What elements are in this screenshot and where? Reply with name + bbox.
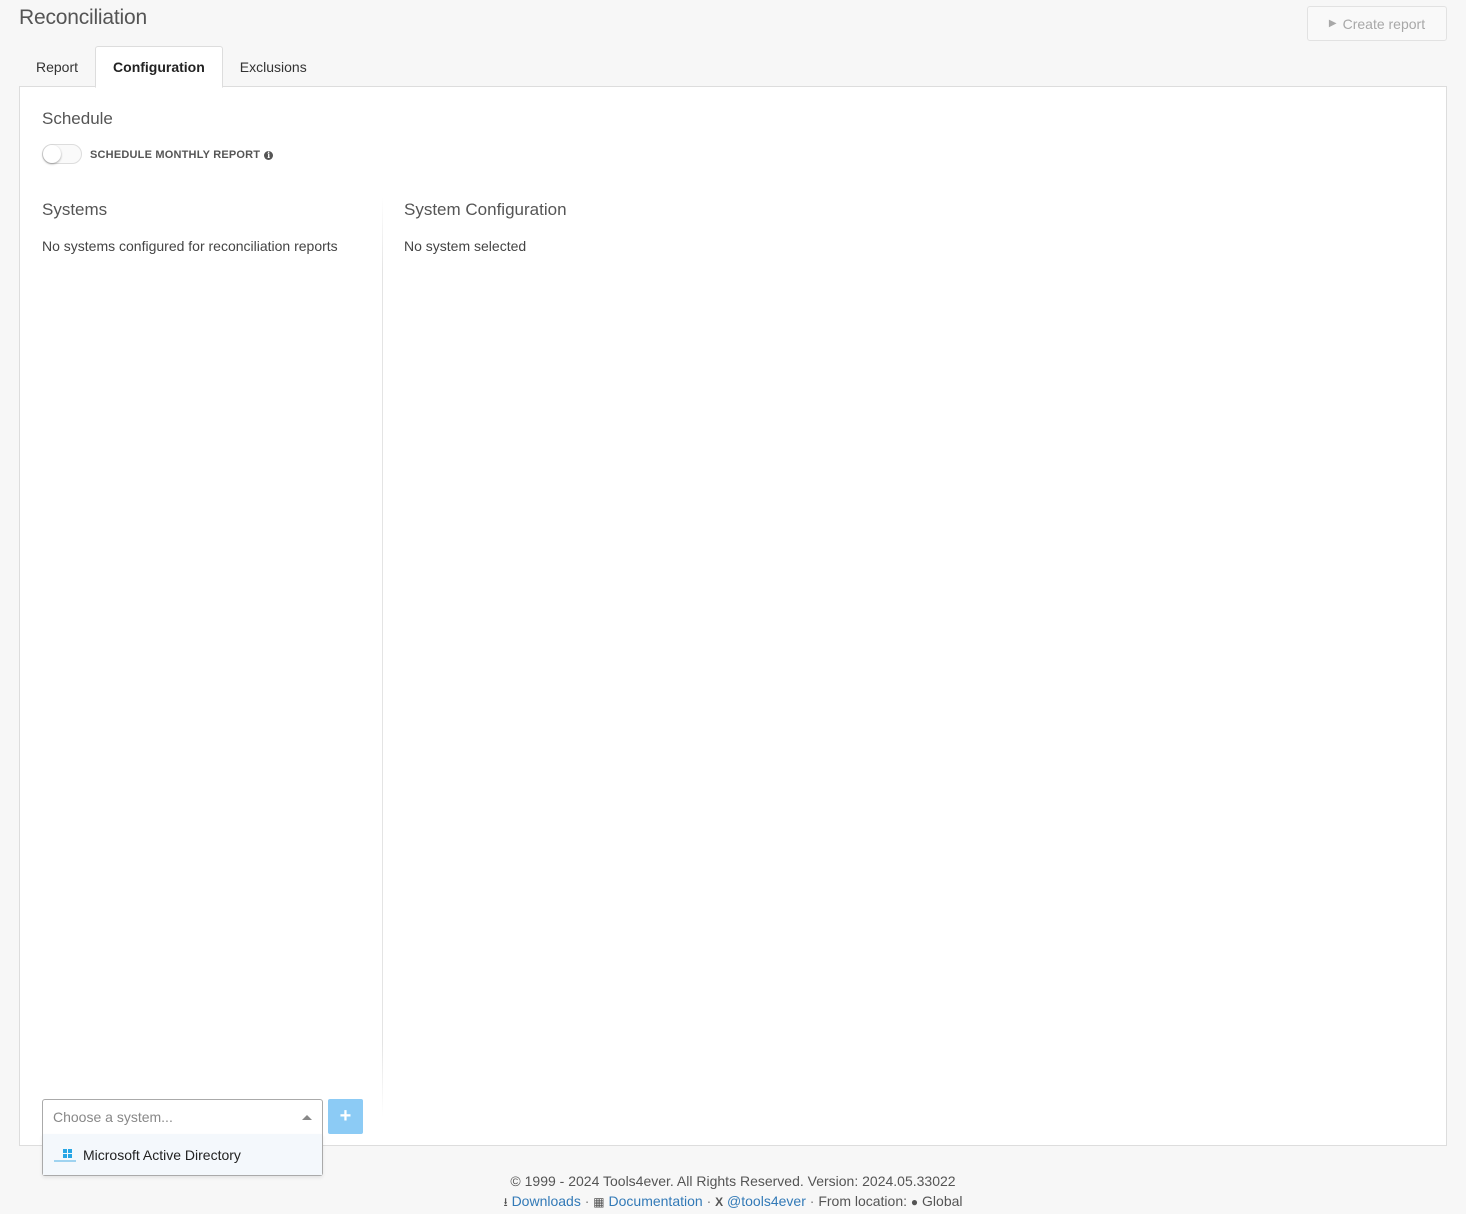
systems-empty-text: No systems configured for reconciliation… [42,238,338,254]
location-value: Global [922,1193,963,1209]
choose-system-select[interactable]: Choose a system... [42,1099,323,1135]
schedule-monthly-label: SCHEDULE MONTHLY REPORT i [90,149,274,161]
option-label: Microsoft Active Directory [83,1146,241,1163]
column-divider [382,197,383,1117]
documentation-link[interactable]: Documentation [609,1193,703,1209]
choose-system-placeholder: Choose a system... [53,1109,173,1125]
play-icon: ▶ [1328,18,1337,29]
tab-configuration[interactable]: Configuration [95,46,223,88]
windows-icon [54,1148,76,1162]
schedule-monthly-toggle[interactable] [42,144,82,164]
plus-icon: + [339,1105,352,1127]
info-icon[interactable]: i [264,150,274,160]
download-icon: ⭳ [503,1195,508,1209]
create-report-button[interactable]: ▶ Create report [1307,6,1447,41]
system-configuration-title: System Configuration [404,200,567,219]
configuration-panel: Schedule SCHEDULE MONTHLY REPORT i Syste… [19,86,1447,1146]
from-location-label: From location: [818,1193,908,1209]
schedule-monthly-text: SCHEDULE MONTHLY REPORT [90,149,261,161]
downloads-link[interactable]: Downloads [512,1193,581,1209]
dropdown-option-microsoft-active-directory[interactable]: Microsoft Active Directory [43,1134,322,1175]
tab-bar: Report Configuration Exclusions [19,45,324,88]
globe-icon: ● [910,1195,919,1209]
tab-exclusions[interactable]: Exclusions [223,46,324,87]
twitter-link[interactable]: @tools4ever [727,1193,806,1209]
tab-report[interactable]: Report [19,46,95,87]
book-icon: ▦ [593,1195,605,1209]
schedule-title: Schedule [42,109,113,128]
page-title: Reconciliation [19,6,147,29]
chevron-up-icon [302,1115,312,1120]
x-icon: X [715,1195,724,1209]
system-configuration-empty-text: No system selected [404,238,527,254]
toggle-knob [43,145,61,163]
add-system-button[interactable]: + [328,1099,363,1134]
create-report-label: Create report [1342,15,1426,32]
systems-title: Systems [42,200,108,219]
system-dropdown: Microsoft Active Directory [42,1134,323,1176]
